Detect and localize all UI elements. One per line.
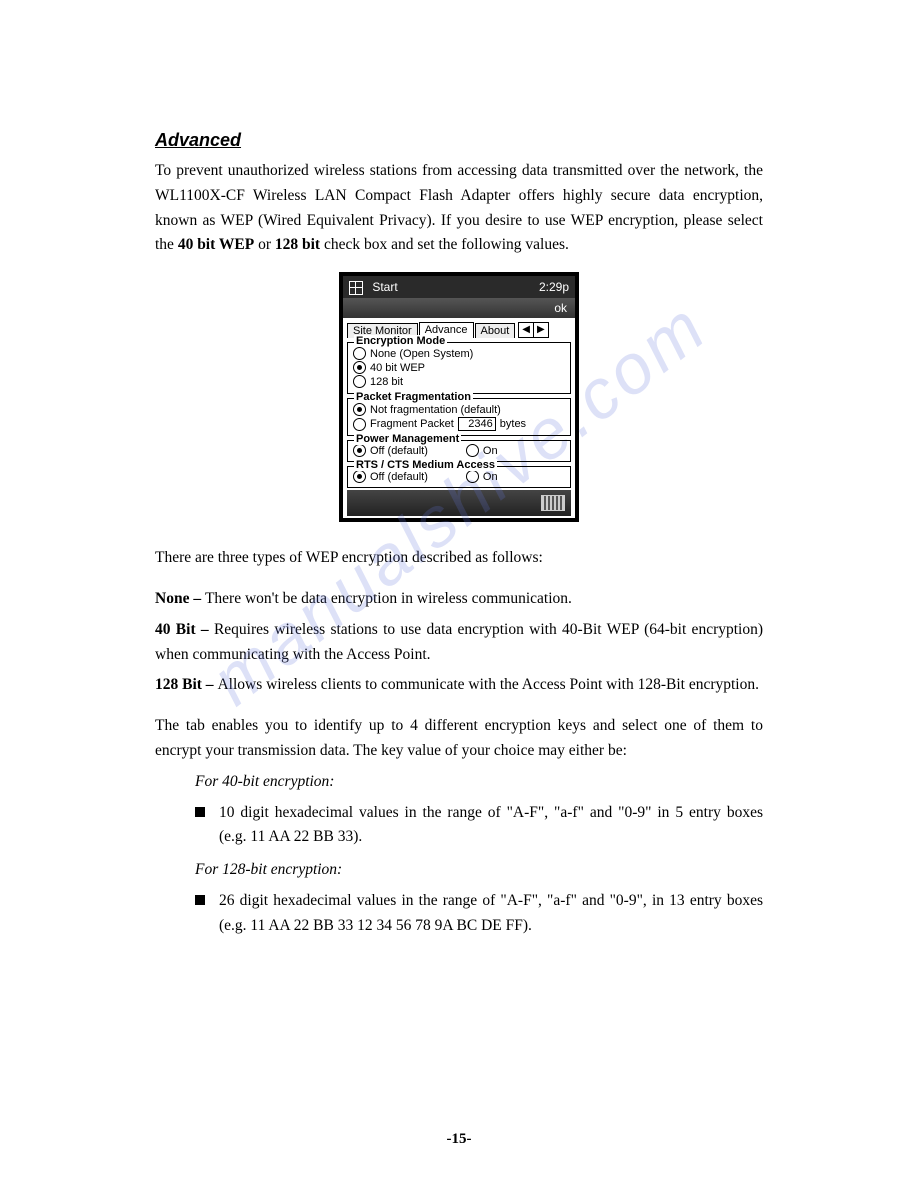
pda-device: Start 2:29p ok Site Monitor Advance Abou… xyxy=(339,272,579,522)
tab-paragraph: The tab enables you to identify up to 4 … xyxy=(155,714,763,764)
rts-legend: RTS / CTS Medium Access xyxy=(354,459,497,471)
radio-power-off-label: Off (default) xyxy=(370,445,428,457)
rts-row: Off (default) On xyxy=(353,470,565,483)
encryption-details: For 40-bit encryption: 10 digit hexadeci… xyxy=(195,770,763,939)
pda-title-text: Start xyxy=(372,280,397,294)
frag-unit: bytes xyxy=(500,418,526,430)
radio-40wep-label: 40 bit WEP xyxy=(370,362,425,374)
fragmentation-group: Packet Fragmentation Not fragmentation (… xyxy=(347,398,571,436)
for-128-heading: For 128-bit encryption: xyxy=(195,858,763,883)
for-40-bullet-row: 10 digit hexadecimal values in the range… xyxy=(195,801,763,851)
radio-row-none: None (Open System) xyxy=(353,347,565,360)
tab-left-arrow-icon[interactable]: ◀ xyxy=(519,323,534,337)
128bit-text: Allows wireless clients to communicate w… xyxy=(217,676,759,693)
radio-row-frag: Fragment Packet 2346 bytes xyxy=(353,417,565,431)
radio-rts-off[interactable] xyxy=(353,470,366,483)
radio-rts-off-label: Off (default) xyxy=(370,471,428,483)
radio-nofrag[interactable] xyxy=(353,403,366,416)
encryption-legend: Encryption Mode xyxy=(354,335,447,347)
40bit-label: 40 Bit – xyxy=(155,621,214,638)
section-title: Advanced xyxy=(155,130,763,151)
radio-none[interactable] xyxy=(353,347,366,360)
radio-power-on[interactable] xyxy=(466,444,479,457)
fragmentation-legend: Packet Fragmentation xyxy=(354,391,473,403)
for-40-heading: For 40-bit encryption: xyxy=(195,770,763,795)
frag-value-input[interactable]: 2346 xyxy=(458,417,496,431)
pda-clock: 2:29p xyxy=(539,280,569,294)
encryption-mode-group: Encryption Mode None (Open System) 40 bi… xyxy=(347,342,571,394)
radio-nofrag-label: Not fragmentation (default) xyxy=(370,404,501,416)
wep-types-intro: There are three types of WEP encryption … xyxy=(155,546,763,571)
rts-group: RTS / CTS Medium Access Off (default) On xyxy=(347,466,571,488)
40bit-paragraph: 40 Bit – Requires wireless stations to u… xyxy=(155,618,763,668)
128bit-label: 128 Bit – xyxy=(155,676,217,693)
radio-power-on-label: On xyxy=(483,445,498,457)
radio-rts-on[interactable] xyxy=(466,470,479,483)
pda-subbar: ok xyxy=(343,298,575,318)
for-40-bullet-text: 10 digit hexadecimal values in the range… xyxy=(219,801,763,851)
square-bullet-icon xyxy=(195,807,205,817)
radio-row-nofrag: Not fragmentation (default) xyxy=(353,403,565,416)
radio-none-label: None (Open System) xyxy=(370,348,473,360)
radio-row-128: 128 bit xyxy=(353,375,565,388)
pda-body: Site Monitor Advance About ◀ ▶ Encryptio… xyxy=(343,318,575,518)
intro-128bit-bold: 128 bit xyxy=(275,236,320,253)
radio-128-label: 128 bit xyxy=(370,376,403,388)
power-row: Off (default) On xyxy=(353,444,565,457)
radio-128[interactable] xyxy=(353,375,366,388)
pda-ok-button[interactable]: ok xyxy=(554,301,567,315)
page: manualshive.com Advanced To prevent unau… xyxy=(0,0,918,1007)
none-text: There won't be data encryption in wirele… xyxy=(205,590,572,607)
page-number: -15- xyxy=(0,1131,918,1148)
none-paragraph: None – There won't be data encryption in… xyxy=(155,587,763,612)
intro-text-mid: or xyxy=(254,236,275,253)
tab-scroll-arrows: ◀ ▶ xyxy=(518,322,548,338)
none-label: None – xyxy=(155,590,205,607)
intro-text-end: check box and set the following values. xyxy=(320,236,569,253)
40bit-text: Requires wireless stations to use data e… xyxy=(155,621,763,663)
for-128-bullet-row: 26 digit hexadecimal values in the range… xyxy=(195,889,763,939)
pda-titlebar: Start 2:29p xyxy=(343,276,575,298)
radio-rts-on-label: On xyxy=(483,471,498,483)
screenshot-figure: Start 2:29p ok Site Monitor Advance Abou… xyxy=(155,272,763,522)
radio-frag[interactable] xyxy=(353,418,366,431)
pda-start-button[interactable]: Start xyxy=(349,280,398,295)
radio-row-40wep: 40 bit WEP xyxy=(353,361,565,374)
intro-40bit-bold: 40 bit WEP xyxy=(178,236,254,253)
intro-paragraph: To prevent unauthorized wireless station… xyxy=(155,159,763,258)
tab-about[interactable]: About xyxy=(475,323,516,338)
radio-40wep[interactable] xyxy=(353,361,366,374)
power-legend: Power Management xyxy=(354,433,461,445)
radio-power-off[interactable] xyxy=(353,444,366,457)
radio-frag-label: Fragment Packet xyxy=(370,418,454,430)
square-bullet-icon xyxy=(195,895,205,905)
for-128-bullet-text: 26 digit hexadecimal values in the range… xyxy=(219,889,763,939)
pda-footer xyxy=(347,490,571,516)
windows-icon xyxy=(349,281,363,295)
keyboard-icon[interactable] xyxy=(541,495,565,511)
tab-right-arrow-icon[interactable]: ▶ xyxy=(534,323,548,337)
128bit-paragraph: 128 Bit – Allows wireless clients to com… xyxy=(155,673,763,698)
